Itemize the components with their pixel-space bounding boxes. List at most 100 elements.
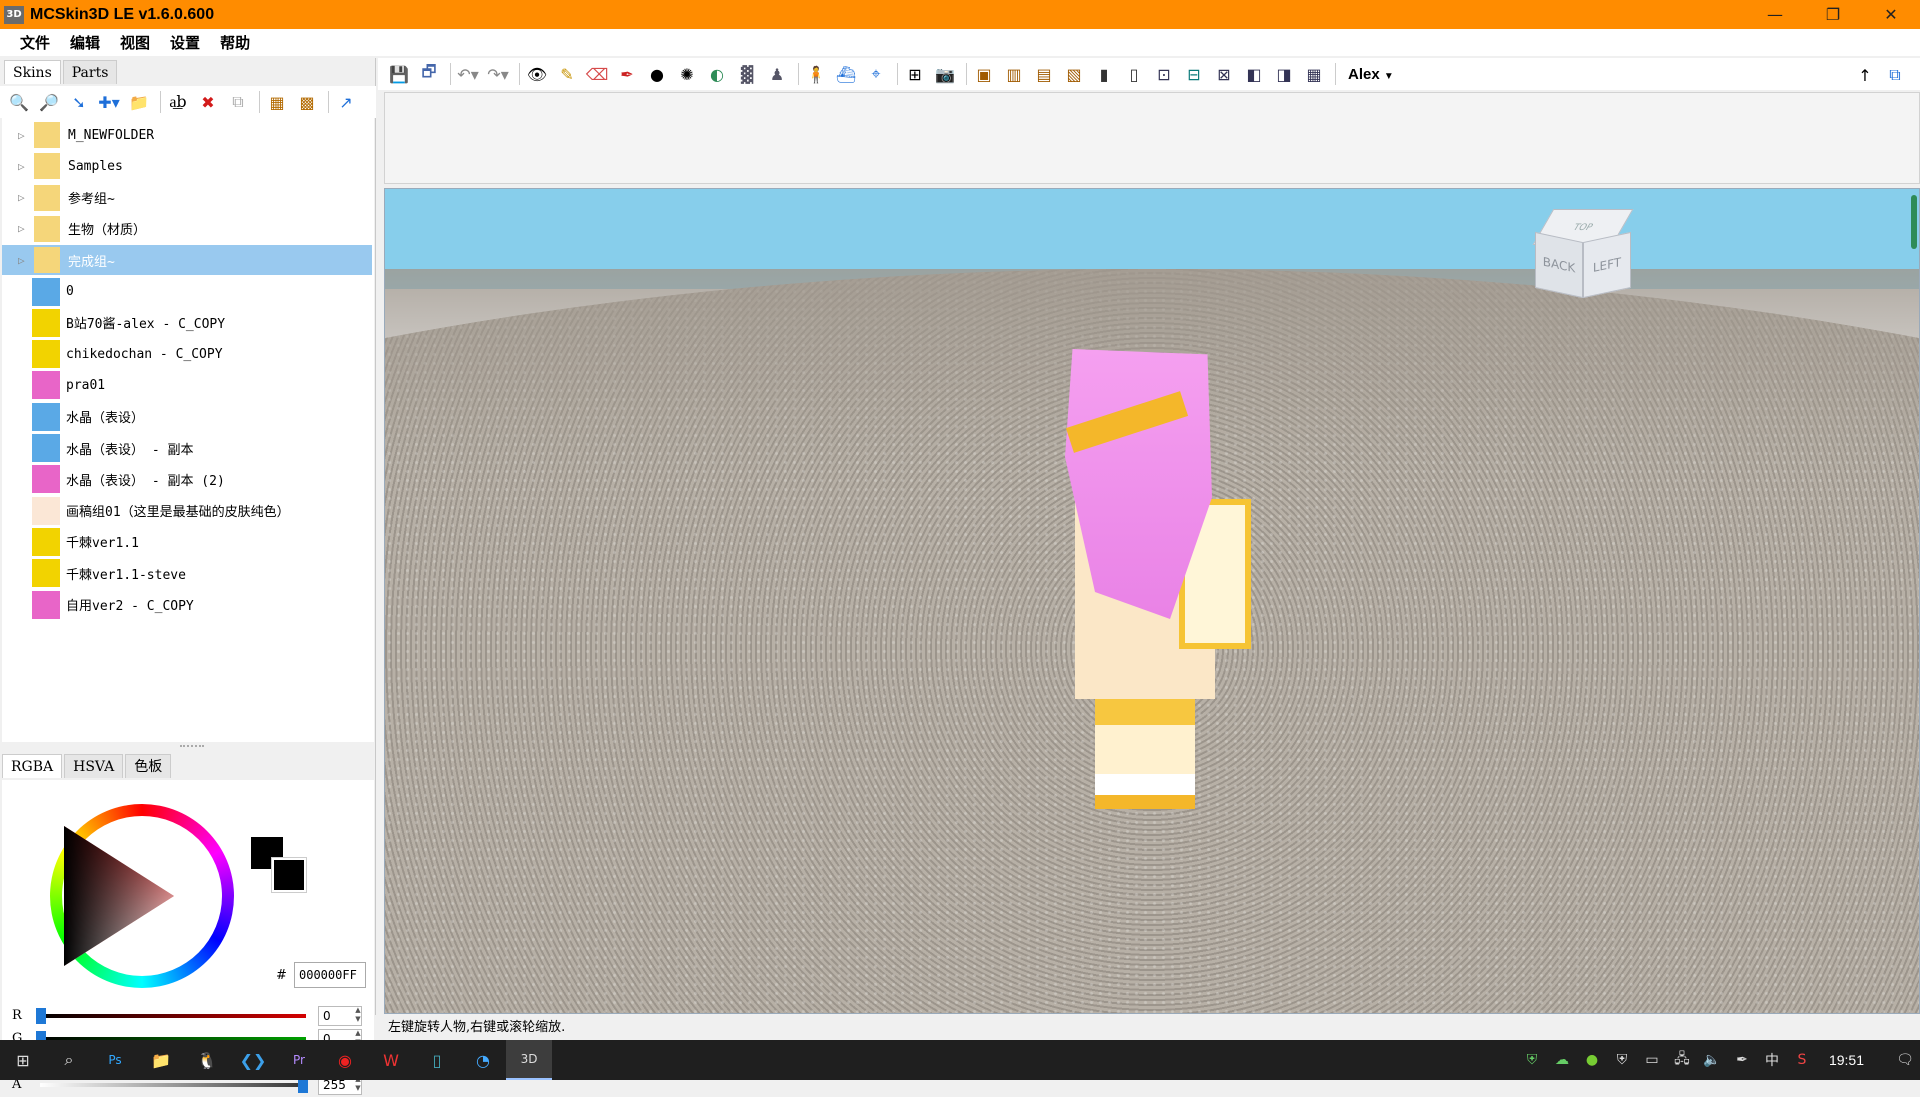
zoom-indicator[interactable] (1911, 195, 1917, 249)
battery-icon[interactable]: ▭ (1637, 1052, 1667, 1068)
tree-skin-item[interactable]: chikedochan - C_COPY (2, 339, 372, 369)
toggle-helmet-icon[interactable]: ⊟ (1181, 61, 1207, 87)
tree-folder[interactable]: ▷ 生物（材质） (2, 214, 372, 244)
mcskin3d-task-icon[interactable]: 3D (506, 1040, 552, 1080)
start-icon[interactable]: ⊞ (0, 1040, 46, 1080)
model-select[interactable]: Alex ▼ (1348, 66, 1394, 83)
eraser-icon[interactable]: ⌫ (584, 61, 610, 87)
toggle-sleeve-icon[interactable]: ◧ (1241, 61, 1267, 87)
skin-character-model[interactable] (1055, 349, 1255, 829)
toggle-right-arm-icon[interactable]: ▧ (1061, 61, 1087, 87)
grid-toggle-icon[interactable]: ⊞ (902, 61, 928, 87)
toggle-jacket-icon[interactable]: ⊠ (1211, 61, 1237, 87)
zoom-out-icon[interactable]: 🔍 (6, 89, 32, 115)
expand-arrow-icon[interactable]: ▷ (18, 129, 32, 142)
burn-icon[interactable]: ✺ (674, 61, 700, 87)
menu-settings[interactable]: 设置 (160, 32, 210, 53)
expand-arrow-icon[interactable]: ▷ (18, 160, 32, 173)
expand-arrow-icon[interactable]: ▷ (18, 191, 32, 204)
new-folder-icon[interactable]: 📁 (126, 89, 152, 115)
hybrid-view-icon[interactable]: ⌖ (863, 61, 889, 87)
redo-icon[interactable]: ↷▾ (485, 61, 511, 87)
channel-track[interactable] (40, 1083, 306, 1087)
close-button[interactable]: ✕ (1862, 0, 1920, 29)
save-icon[interactable]: 💾 (386, 61, 412, 87)
pen-icon[interactable]: ✒ (1727, 1052, 1757, 1068)
dodge-icon[interactable]: ● (644, 61, 670, 87)
import-icon[interactable]: ➘ (66, 89, 92, 115)
dropper-icon[interactable]: ✒ (614, 61, 640, 87)
clock[interactable]: 19:51 (1829, 1052, 1864, 1068)
file-explorer-icon[interactable]: 📁 (138, 1040, 184, 1080)
tab-palette[interactable]: 色板 (125, 754, 172, 778)
wechat-icon[interactable]: ● (1577, 1052, 1607, 1068)
premiere-icon[interactable]: Pr (276, 1040, 322, 1080)
rename-icon[interactable]: a͟b (165, 89, 191, 115)
tree-folder[interactable]: ▷ 完成组~ (2, 245, 372, 276)
delete-icon[interactable]: ✖ (195, 89, 221, 115)
menu-edit[interactable]: 编辑 (60, 32, 110, 53)
tab-hsva[interactable]: HSVA (64, 754, 124, 778)
window-mode-icon[interactable]: ⧉ (1882, 62, 1908, 88)
tree-folder[interactable]: ▷ Samples (2, 151, 372, 181)
security-icon[interactable]: ⛨ (1517, 1052, 1547, 1068)
tree-folder[interactable]: ▷ 参考组~ (2, 183, 372, 213)
wps-icon[interactable]: W (368, 1040, 414, 1080)
camera-icon[interactable]: 👁 (524, 61, 550, 87)
noise-icon[interactable]: ▓ (734, 61, 760, 87)
channel-track[interactable] (40, 1014, 306, 1018)
perspective-view-icon[interactable]: 🧍 (803, 61, 829, 87)
tree-folder[interactable]: ▷ M_NEWFOLDER (2, 120, 372, 150)
restore-button[interactable]: ❐ (1804, 0, 1862, 29)
navcube-back[interactable]: BACK (1535, 231, 1583, 299)
notepad-icon[interactable]: ▯ (414, 1040, 460, 1080)
screenshot-icon[interactable]: 📷 (932, 61, 958, 87)
minimize-button[interactable]: — (1746, 0, 1804, 29)
tree-skin-item[interactable]: 水晶（表设） (2, 402, 372, 432)
navigation-cube[interactable]: TOP BACK LEFT (1532, 209, 1634, 299)
notification-icon[interactable]: 🗨 (1890, 1052, 1920, 1068)
sogou-icon[interactable]: S (1787, 1052, 1817, 1068)
toggle-right-leg-icon[interactable]: ▯ (1121, 61, 1147, 87)
tree-skin-item[interactable]: 千棘ver1.1-steve (2, 558, 372, 588)
channel-thumb[interactable] (36, 1008, 46, 1024)
toggle-left-arm-icon[interactable]: ▤ (1031, 61, 1057, 87)
ime-indicator[interactable]: 中 (1757, 1050, 1787, 1070)
3d-viewport[interactable]: TOP BACK LEFT (384, 188, 1920, 1014)
grid-alt-icon[interactable]: ▩ (294, 89, 320, 115)
toggle-left-leg-icon[interactable]: ▮ (1091, 61, 1117, 87)
tree-skin-item[interactable]: B站70酱-alex - C_COPY (2, 308, 372, 338)
tree-skin-item[interactable]: 水晶（表设） - 副本 (2, 433, 372, 463)
qq-icon[interactable]: 🐧 (184, 1040, 230, 1080)
toggle-boots-icon[interactable]: ▦ (1301, 61, 1327, 87)
tab-rgba[interactable]: RGBA (2, 754, 63, 778)
grid-icon[interactable]: ▦ (264, 89, 290, 115)
vscode-icon[interactable]: ❮❯ (230, 1040, 276, 1080)
upload-icon[interactable]: ↗ (333, 89, 359, 115)
tree-skin-item[interactable]: 千棘ver1.1 (2, 527, 372, 557)
tree-skin-item[interactable]: 水晶（表设） - 副本 (2) (2, 464, 372, 494)
expand-arrow-icon[interactable]: ▷ (18, 222, 32, 235)
tab-skins[interactable]: Skins (4, 60, 61, 84)
netease-music-icon[interactable]: ◉ (322, 1040, 368, 1080)
save-all-icon[interactable]: 🗗 (416, 61, 442, 87)
tree-skin-item[interactable]: 自用ver2 - C_COPY (2, 590, 372, 620)
volume-icon[interactable]: 🔈 (1697, 1052, 1727, 1068)
toggle-pants-icon[interactable]: ◨ (1271, 61, 1297, 87)
tree-skin-item[interactable]: 0 (2, 277, 372, 307)
toggle-overlay-icon[interactable]: ⊡ (1151, 61, 1177, 87)
undo-icon[interactable]: ↶▾ (455, 61, 481, 87)
network-app-icon[interactable]: ☁ (1547, 1052, 1577, 1068)
zoom-in-icon[interactable]: 🔎 (36, 89, 62, 115)
photoshop-icon[interactable]: Ps (92, 1040, 138, 1080)
search-icon[interactable]: ⌕ (46, 1040, 92, 1080)
primary-color-swatch[interactable] (271, 857, 307, 893)
arrow-up-icon[interactable]: ↑ (1852, 62, 1878, 88)
network-icon[interactable]: 🖧 (1667, 1048, 1697, 1072)
navcube-left[interactable]: LEFT (1583, 231, 1631, 299)
menu-help[interactable]: 帮助 (210, 32, 260, 53)
hex-color-input[interactable]: 000000FF (294, 962, 366, 988)
new-skin-dropdown-icon[interactable]: ✚▾ (96, 89, 122, 115)
toggle-head-icon[interactable]: ▣ (971, 61, 997, 87)
splitter-handle[interactable] (180, 745, 204, 749)
